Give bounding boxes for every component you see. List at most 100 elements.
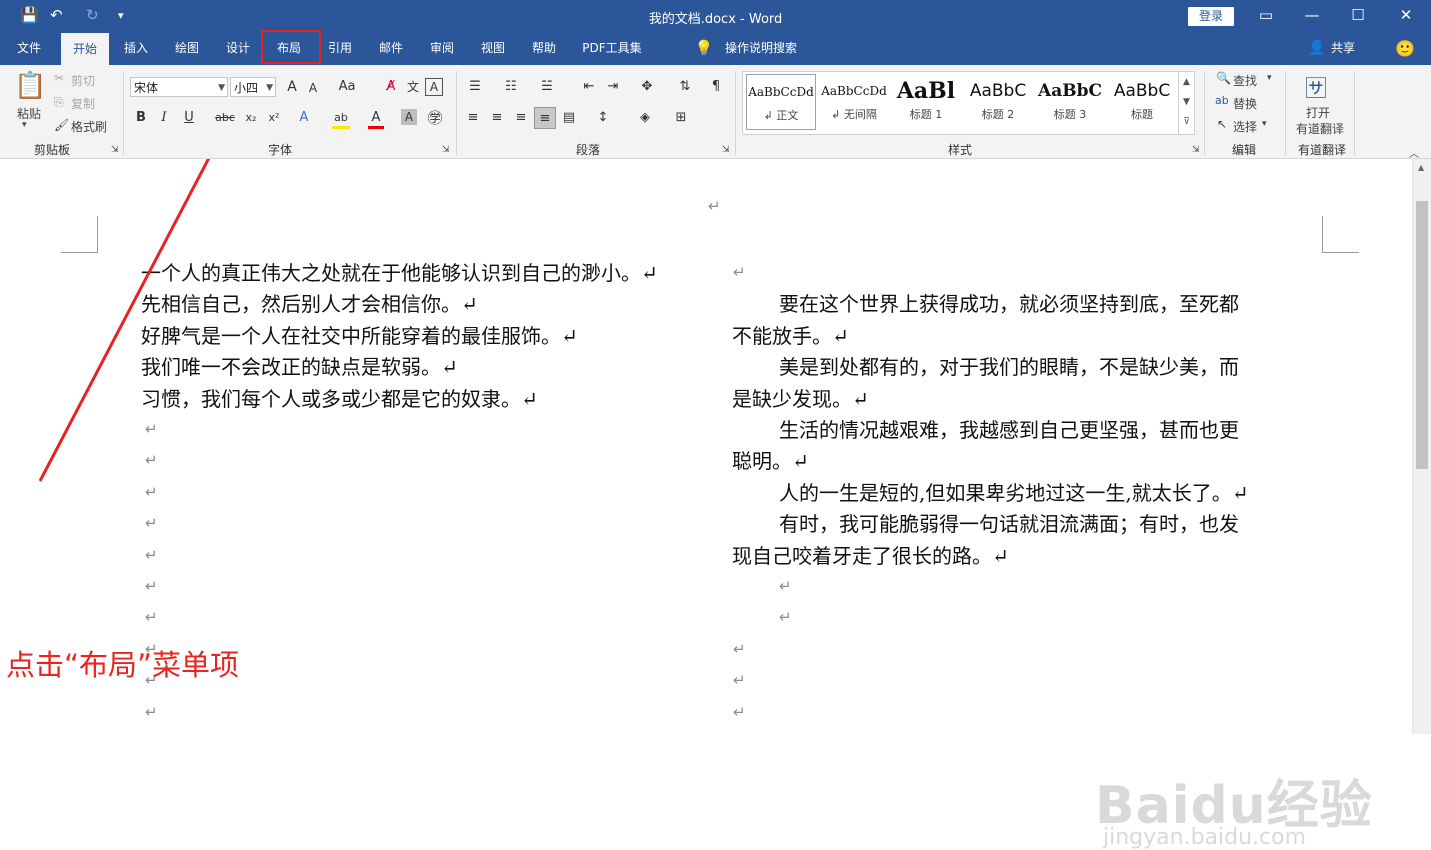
tab-references[interactable]: 引用 [316, 32, 364, 65]
align-right-icon[interactable]: ≡ [510, 107, 532, 129]
vertical-scrollbar[interactable]: ▲ [1412, 159, 1431, 734]
scroll-up-icon[interactable]: ▲ [1418, 163, 1424, 172]
multilevel-list-icon[interactable]: ☱ [536, 76, 558, 98]
style-title[interactable]: AaBbC 标题 [1107, 74, 1177, 130]
title-bar: 💾 ↶ ↻ ▾ 我的文档.docx - Word 登录 ▭ — ☐ ✕ [0, 0, 1431, 32]
clipboard-launcher-icon[interactable]: ⇲ [111, 145, 119, 155]
cut-button[interactable]: 剪切 [71, 72, 95, 89]
style-preview: AaBbC [1113, 81, 1171, 101]
tab-draw[interactable]: 绘图 [163, 32, 211, 65]
phonetic-guide-icon[interactable]: 文 [402, 76, 424, 98]
font-name-combo[interactable]: 宋体 ▼ [130, 77, 228, 97]
tell-me-search[interactable]: 操作说明搜索 [718, 32, 804, 65]
divider [456, 71, 457, 155]
collapse-ribbon-icon[interactable]: ︿ [1409, 145, 1419, 160]
replace-icon[interactable]: ab [1215, 94, 1229, 107]
close-icon[interactable]: ✕ [1396, 6, 1416, 24]
tab-insert[interactable]: 插入 [112, 32, 160, 65]
tab-file[interactable]: 文件 [4, 32, 54, 65]
shading-icon[interactable]: ◈ [634, 107, 656, 129]
font-group-label: 字体 [267, 143, 292, 157]
tab-review[interactable]: 审阅 [418, 32, 466, 65]
minimize-icon[interactable]: — [1302, 6, 1322, 24]
borders-icon[interactable]: ⊞ [670, 107, 692, 129]
tab-home[interactable]: 开始 [61, 33, 109, 65]
copy-button[interactable]: 复制 [71, 95, 95, 112]
line-spacing-icon[interactable]: ↕ [592, 107, 614, 129]
underline-button[interactable]: U [178, 107, 200, 129]
chinese-layout-icon[interactable]: ✥ [636, 76, 658, 98]
chevron-down-icon[interactable]: ▾ [1267, 73, 1272, 83]
styles-scroll[interactable]: ▲ ▼ ⊽ [1178, 72, 1194, 134]
font-launcher-icon[interactable]: ⇲ [442, 145, 450, 155]
find-button[interactable]: 查找 [1233, 72, 1257, 89]
tab-help[interactable]: 帮助 [520, 32, 568, 65]
ribbon-tabs: 文件 开始 插入 绘图 设计 布局 引用 邮件 审阅 视图 帮助 PDF工具集 … [0, 32, 1431, 65]
superscript-button[interactable]: x² [263, 107, 285, 129]
subscript-button[interactable]: x₂ [240, 107, 262, 129]
style-heading-3[interactable]: AaBbC 标题 3 [1035, 74, 1105, 130]
change-case-button[interactable]: Aa [334, 76, 360, 98]
translate-icon[interactable]: 🈂 [1305, 71, 1327, 103]
shrink-font-button[interactable]: A [302, 77, 324, 99]
replace-button[interactable]: 替换 [1233, 95, 1257, 112]
format-painter-button[interactable]: 格式刷 [71, 118, 107, 135]
tab-view[interactable]: 视图 [469, 32, 517, 65]
style-normal[interactable]: AaBbCcDd ↲ 正文 [746, 74, 816, 130]
paste-icon[interactable]: 📋 [14, 71, 46, 101]
maximize-icon[interactable]: ☐ [1348, 6, 1368, 24]
select-icon[interactable]: ↖ [1217, 117, 1227, 131]
ribbon-display-icon[interactable]: ▭ [1256, 6, 1276, 24]
style-preview: AaBl [896, 78, 956, 104]
login-button[interactable]: 登录 [1188, 7, 1234, 26]
paste-button[interactable]: 粘贴 [17, 105, 41, 122]
font-size-combo[interactable]: 小四 ▼ [230, 77, 276, 97]
increase-indent-icon[interactable]: ⇥ [602, 76, 624, 98]
format-painter-icon[interactable]: 🖌 [54, 118, 69, 132]
divider [123, 71, 124, 155]
divider [735, 71, 736, 155]
document-canvas[interactable]: ↵ 一个人的真正伟大之处就在于他能够认识到自己的渺小。↵ 先相信自己，然后别人才会… [0, 159, 1412, 850]
layout-tab-highlight [261, 30, 321, 64]
enclose-char-icon[interactable]: ㊫ [424, 107, 446, 129]
paragraph-launcher-icon[interactable]: ⇲ [722, 145, 730, 155]
tab-pdf-tools[interactable]: PDF工具集 [575, 32, 649, 65]
style-name: 标题 1 [909, 108, 943, 121]
char-shading-icon[interactable]: A [401, 109, 417, 125]
bold-button[interactable]: B [130, 107, 152, 129]
char-border-icon[interactable]: A [425, 78, 443, 96]
scrollbar-thumb[interactable] [1416, 201, 1428, 469]
style-preview: AaBbCcDd [748, 85, 814, 99]
decrease-indent-icon[interactable]: ⇤ [578, 76, 600, 98]
youdao-open-button[interactable]: 打开 [1306, 104, 1330, 121]
distributed-icon[interactable]: ▤ [558, 107, 580, 129]
tab-mailings[interactable]: 邮件 [367, 32, 415, 65]
clear-format-icon[interactable]: A̸ [380, 76, 402, 98]
find-icon[interactable]: 🔍 [1216, 71, 1231, 85]
bullets-icon[interactable]: ☰ [464, 76, 486, 98]
justify-icon[interactable]: ≡ [534, 107, 556, 129]
smiley-icon[interactable]: 🙂 [1394, 32, 1416, 65]
style-name: ↲ 正文 [763, 109, 799, 122]
style-heading-2[interactable]: AaBbC 标题 2 [963, 74, 1033, 130]
tab-design[interactable]: 设计 [214, 32, 262, 65]
style-heading-1[interactable]: AaBl 标题 1 [891, 74, 961, 130]
text-effects-icon[interactable]: A [293, 107, 315, 129]
cut-icon[interactable]: ✂ [54, 71, 64, 85]
styles-launcher-icon[interactable]: ⇲ [1192, 145, 1200, 155]
align-left-icon[interactable]: ≡ [462, 107, 484, 129]
share-button[interactable]: 共享 [1326, 32, 1360, 65]
paste-dropdown-icon[interactable]: ▾ [22, 120, 27, 130]
align-center-icon[interactable]: ≡ [486, 107, 508, 129]
numbering-icon[interactable]: ☷ [500, 76, 522, 98]
strikethrough-button[interactable]: abc [212, 107, 238, 129]
style-no-spacing[interactable]: AaBbCcDd ↲ 无间隔 [819, 74, 889, 130]
chevron-down-icon[interactable]: ▾ [1262, 119, 1267, 129]
select-button[interactable]: 选择 [1233, 118, 1257, 135]
sort-icon[interactable]: ⇅ [674, 76, 696, 98]
italic-button[interactable]: I [153, 107, 175, 129]
show-marks-icon[interactable]: ¶ [705, 76, 727, 98]
grow-font-button[interactable]: A [281, 76, 303, 98]
clipboard-group-label: 剪贴板 [33, 143, 70, 157]
copy-icon[interactable]: ⎘ [54, 95, 64, 110]
